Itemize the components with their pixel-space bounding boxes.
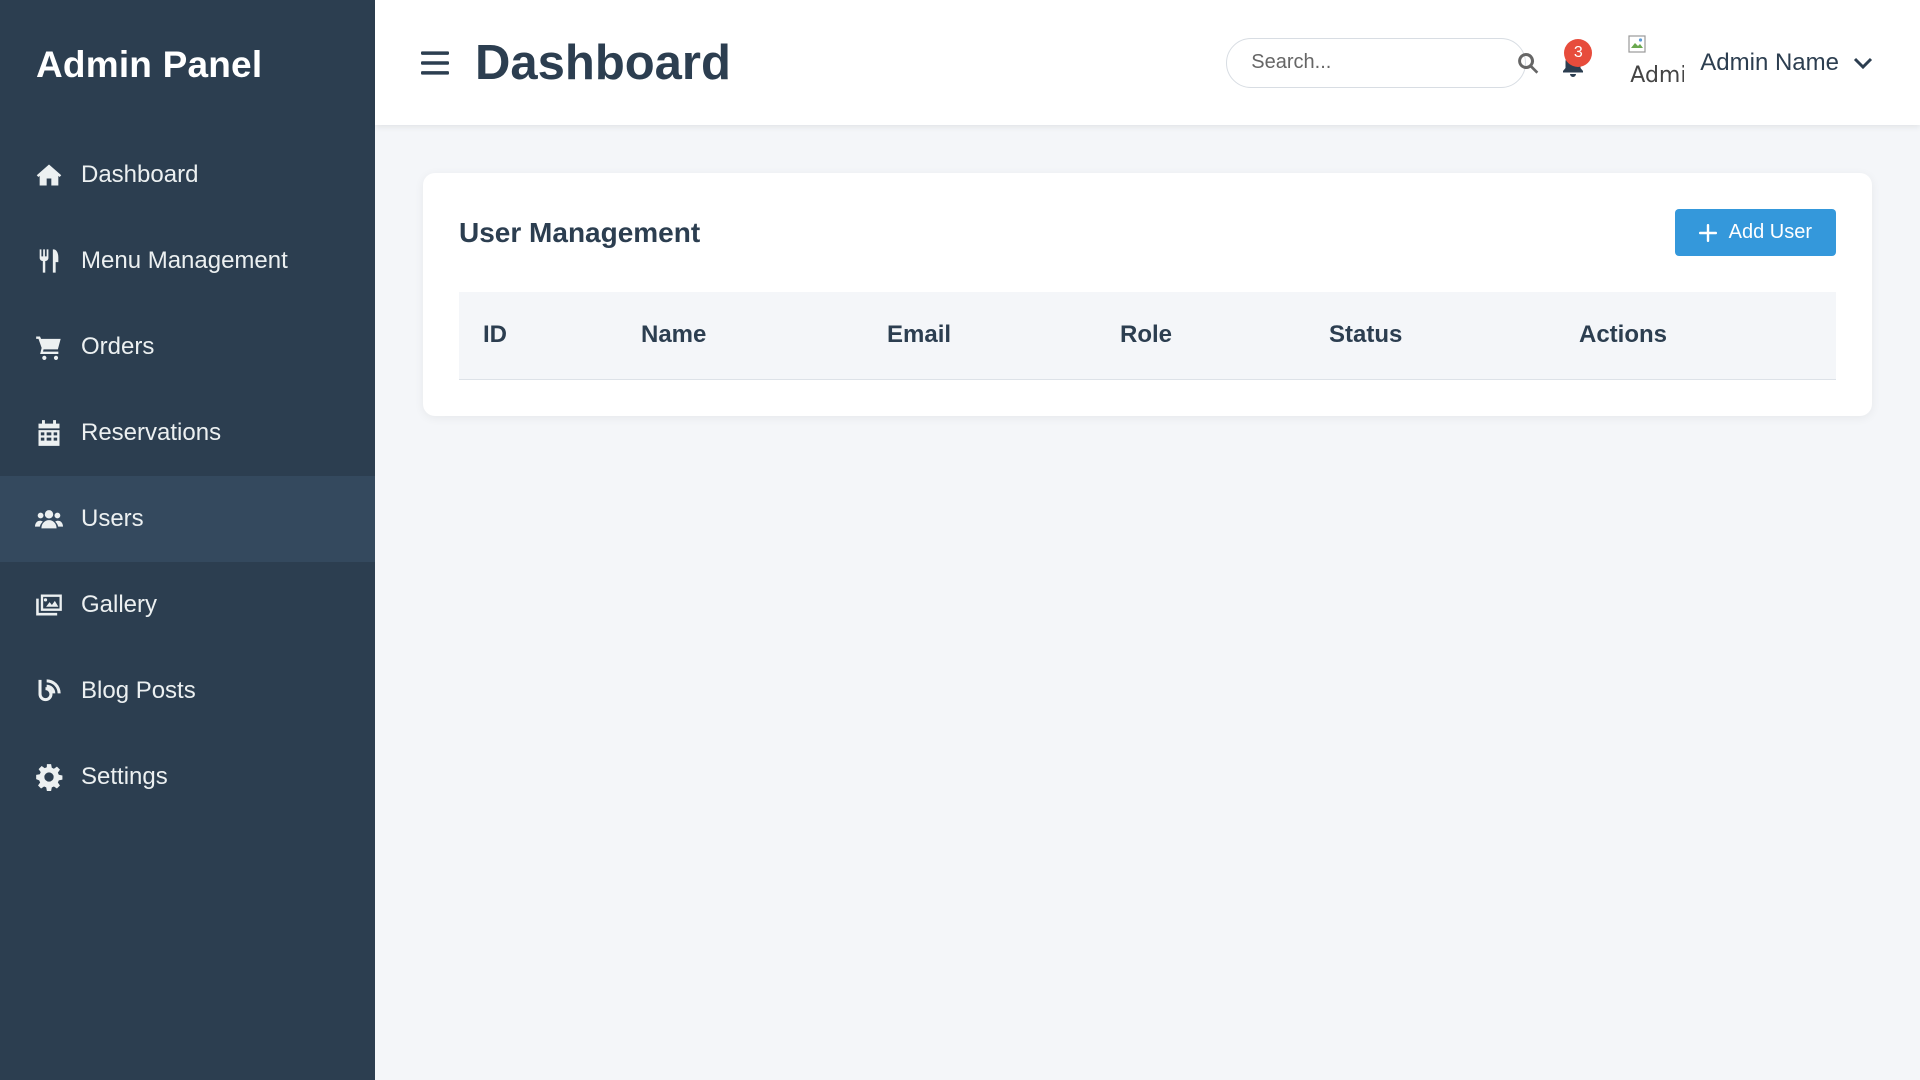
sidebar-item-reservations[interactable]: Reservations [0, 390, 375, 476]
users-table: ID Name Email Role Status Actions [459, 292, 1836, 380]
broken-image-icon [1628, 34, 1646, 53]
column-header-name[interactable]: Name [617, 292, 863, 379]
avatar-alt-text: Admi [1630, 62, 1685, 88]
sidebar-item-label: Settings [81, 763, 168, 790]
search-box [1226, 37, 1539, 88]
card-header: User Management Add User [459, 209, 1836, 256]
sidebar-item-gallery[interactable]: Gallery [0, 562, 375, 648]
chevron-down-icon [1851, 51, 1875, 75]
sidebar-item-label: Orders [81, 333, 155, 360]
sidebar-item-label: Reservations [81, 419, 222, 446]
sidebar: Admin Panel Dashboard Menu Management Or… [0, 0, 375, 1080]
sidebar-nav: Dashboard Menu Management Orders Reserva… [0, 132, 375, 820]
avatar: Admi [1628, 34, 1685, 91]
notification-badge: 3 [1564, 38, 1593, 67]
column-header-status[interactable]: Status [1305, 292, 1555, 379]
card-title: User Management [459, 216, 701, 248]
sidebar-item-label: Users [81, 505, 144, 532]
sidebar-item-label: Gallery [81, 591, 158, 618]
sidebar-item-menu-management[interactable]: Menu Management [0, 218, 375, 304]
table-header: ID Name Email Role Status Actions [459, 292, 1836, 379]
home-icon [34, 160, 64, 190]
profile-menu[interactable]: Admi Admin Name [1628, 34, 1875, 91]
page-title: Dashboard [475, 35, 731, 90]
sidebar-item-label: Menu Management [81, 247, 288, 274]
blog-icon [34, 676, 64, 706]
hamburger-menu-icon[interactable] [421, 48, 451, 78]
content-area: User Management Add User ID Name Email R… [375, 125, 1920, 1080]
column-header-email[interactable]: Email [863, 292, 1096, 379]
sidebar-item-orders[interactable]: Orders [0, 304, 375, 390]
calendar-icon [34, 418, 64, 448]
sidebar-item-blog-posts[interactable]: Blog Posts [0, 648, 375, 734]
table-header-row: ID Name Email Role Status Actions [459, 292, 1836, 379]
sidebar-header: Admin Panel [0, 0, 375, 132]
search-input[interactable] [1251, 51, 1517, 74]
sidebar-item-users[interactable]: Users [0, 476, 375, 562]
sidebar-item-settings[interactable]: Settings [0, 734, 375, 820]
images-icon [34, 590, 64, 620]
utensils-icon [34, 246, 64, 276]
add-user-label: Add User [1728, 221, 1812, 243]
cart-icon [34, 332, 64, 362]
sidebar-title: Admin Panel [36, 44, 263, 85]
users-icon [34, 504, 64, 534]
topbar: Dashboard 3 [375, 0, 1920, 125]
notifications-button[interactable]: 3 [1562, 38, 1593, 83]
sidebar-item-dashboard[interactable]: Dashboard [0, 132, 375, 218]
gear-icon [34, 762, 64, 792]
column-header-role[interactable]: Role [1096, 292, 1305, 379]
plus-icon [1698, 223, 1717, 242]
add-user-button[interactable]: Add User [1674, 209, 1836, 256]
main-area: Dashboard 3 [375, 0, 1920, 1080]
user-management-card: User Management Add User ID Name Email R… [423, 173, 1872, 416]
sidebar-item-label: Dashboard [81, 161, 199, 188]
search-icon[interactable] [1516, 51, 1540, 75]
profile-name: Admin Name [1700, 48, 1839, 76]
app-root: Admin Panel Dashboard Menu Management Or… [0, 0, 1920, 1080]
sidebar-item-label: Blog Posts [81, 677, 196, 704]
column-header-id[interactable]: ID [459, 292, 617, 379]
column-header-actions: Actions [1579, 321, 1668, 349]
